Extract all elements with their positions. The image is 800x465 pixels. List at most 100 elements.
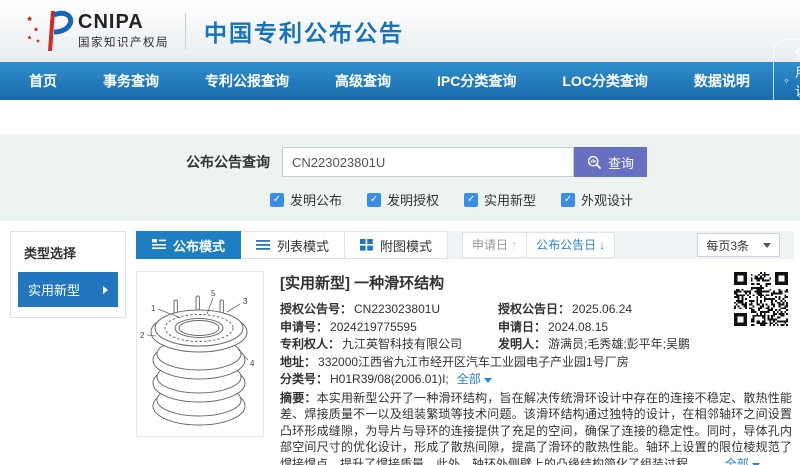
svg-text:4: 4 — [250, 359, 255, 368]
tab-list-mode[interactable]: 列表模式 — [241, 231, 346, 259]
nav-item-ipc-query[interactable]: IPC分类查询 — [414, 62, 539, 100]
abstract-expand-link[interactable]: 全部 — [725, 457, 760, 465]
tab-figure-mode[interactable]: 附图模式 — [345, 231, 449, 259]
header-divider — [185, 12, 186, 49]
checkbox-checked-icon[interactable] — [270, 192, 284, 207]
tab-label: 列表模式 — [277, 238, 330, 254]
field-value: H01R39/08(2006.01)I; — [330, 372, 449, 386]
checkbox-checked-icon[interactable] — [464, 192, 479, 207]
field-inventors: 发明人： 游满员;毛秀雄;彭平年;吴鹏 — [498, 336, 690, 354]
sort-controls: 申请日 公布公告日 — [462, 232, 616, 258]
filter-utility-model[interactable]: 实用新型 — [464, 190, 536, 209]
abstract-text: 本实用新型公开了一种滑环结构，旨在解决传统滑环设计中存在的连接不稳定、散热性能差… — [280, 390, 792, 465]
svg-text:3: 3 — [243, 297, 248, 306]
logo-acronym: CNIPA — [78, 10, 144, 33]
sort-label: 公布公告日 — [536, 238, 597, 252]
field-label: 专利权人： — [280, 337, 341, 351]
expand-link-label: 全部 — [456, 372, 481, 386]
field-label: 分类号： — [280, 372, 329, 386]
main-nav: 首页 事务查询 专利公报查询 高级查询 IPC分类查询 LOC分类查询 数据说明… — [0, 39, 800, 123]
filter-label: 实用新型 — [484, 193, 537, 208]
expand-link-label: 全部 — [724, 456, 749, 465]
filter-design[interactable]: 外观设计 — [561, 190, 633, 209]
qr-code-image — [734, 272, 788, 326]
page-size-value: 每页3条 — [706, 238, 749, 253]
filter-label: 发明授权 — [387, 193, 440, 208]
field-label: 申请号： — [280, 319, 329, 334]
sort-by-publication-date-button[interactable]: 公布公告日 — [527, 232, 616, 258]
slip-ring-drawing: 1 2 3 5 4 — [140, 289, 255, 426]
tab-label: 附图模式 — [380, 238, 433, 254]
patent-title[interactable]: [实用新型] 一种滑环结构 — [280, 272, 792, 293]
field-value: 九江英智科技有限公司 — [342, 337, 463, 351]
field-patentee: 专利权人： 九江英智科技有限公司 — [280, 336, 498, 354]
svg-text:5: 5 — [211, 289, 216, 298]
nav-item-advanced-query[interactable]: 高级查询 — [312, 62, 414, 100]
usage-help-label: 使用说明 — [795, 43, 800, 119]
patent-result-item: 1 2 3 5 4 [实用新型] 一种滑环结构 授权公告号： CN2230238… — [136, 271, 794, 465]
search-section: 公布公告查询 查询 发明公布 发明授权 实用新型 外观 — [0, 134, 800, 221]
triangle-down-icon — [483, 378, 492, 383]
site-header: CNIPA 国家知识产权局 中国专利公布公告 — [0, 0, 800, 62]
search-button-label: 查询 — [608, 155, 635, 171]
nav-item-home[interactable]: 首页 — [6, 62, 80, 100]
magnifier-icon — [587, 155, 602, 169]
field-label: 发明人： — [498, 337, 547, 351]
field-label: 地址： — [280, 354, 317, 369]
checkbox-checked-icon[interactable] — [561, 192, 576, 207]
field-application-date: 申请日： 2024.08.15 — [498, 319, 608, 337]
lightbulb-icon — [784, 78, 789, 84]
tab-label: 公布模式 — [173, 238, 226, 254]
publication-number-input[interactable] — [282, 147, 574, 177]
abstract-block: 摘要：本实用新型公开了一种滑环结构，旨在解决传统滑环设计中存在的连接不稳定、散热… — [280, 390, 792, 465]
nav-item-loc-query[interactable]: LOC分类查询 — [539, 62, 671, 100]
chevron-right-icon — [103, 285, 108, 294]
classification-expand-link[interactable]: 全部 — [457, 371, 492, 389]
svg-text:1: 1 — [151, 304, 156, 313]
field-grant-number: 授权公告号： CN223023801U — [280, 301, 498, 319]
field-value: 2024.08.15 — [548, 319, 609, 334]
filter-label: 外观设计 — [581, 193, 634, 208]
filter-invention-publication[interactable]: 发明公布 — [270, 190, 342, 209]
type-sidebar: 类型选择 实用新型 — [10, 231, 126, 318]
field-label: 授权公告日： — [498, 302, 571, 316]
tab-publication-mode[interactable]: 公布模式 — [136, 231, 242, 259]
grid-mode-icon — [360, 239, 373, 251]
nav-item-gazette-query[interactable]: 专利公报查询 — [182, 62, 312, 100]
field-value: 2025.06.24 — [572, 302, 633, 316]
field-grant-date: 授权公告日： 2025.06.24 — [498, 301, 632, 319]
page-size-select[interactable]: 每页3条 — [697, 233, 780, 257]
filter-invention-grant[interactable]: 发明授权 — [367, 190, 439, 209]
sidebar-title: 类型选择 — [24, 246, 77, 261]
list-mode-icon — [256, 240, 271, 250]
sort-by-filing-date-button[interactable]: 申请日 — [462, 232, 528, 258]
field-application-number: 申请号： 2024219775595 — [280, 319, 498, 337]
page-title: 中国专利公布公告 — [204, 19, 404, 46]
field-label: 申请日： — [498, 319, 547, 334]
search-button[interactable]: 查询 — [574, 147, 648, 177]
cnipa-logo-icon — [26, 10, 74, 51]
field-classification: 分类号： H01R39/08(2006.01)I; 全部 — [280, 371, 792, 389]
logo-org-name: 国家知识产权局 — [78, 36, 169, 49]
usage-help-button[interactable]: 使用说明 — [772, 39, 800, 123]
sort-label: 申请日 — [472, 238, 509, 252]
svg-text:2: 2 — [140, 331, 145, 340]
field-value: CN223023801U — [354, 302, 441, 316]
publication-mode-icon — [152, 239, 166, 249]
field-address: 地址： 332000江西省九江市经开区汽车工业园电子产业园1号厂房 — [280, 354, 792, 372]
field-value: 332000江西省九江市经开区汽车工业园电子产业园1号厂房 — [318, 354, 629, 369]
nav-item-data-notes[interactable]: 数据说明 — [671, 62, 773, 100]
sidebar-item-utility-model[interactable]: 实用新型 — [18, 272, 118, 307]
patent-type-filters: 发明公布 发明授权 实用新型 外观设计 — [270, 190, 800, 209]
field-label: 授权公告号： — [280, 302, 353, 316]
field-value: 游满员;毛秀雄;彭平年;吴鹏 — [548, 337, 691, 351]
patent-drawing-thumbnail[interactable]: 1 2 3 5 4 — [136, 271, 264, 437]
cnipa-logo: CNIPA 国家知识产权局 — [24, 9, 169, 53]
field-value: 2024219775595 — [330, 319, 417, 334]
chevron-down-icon — [763, 242, 771, 248]
sidebar-item-label: 实用新型 — [28, 283, 81, 298]
search-label: 公布公告查询 — [186, 154, 270, 170]
nav-item-transaction-query[interactable]: 事务查询 — [80, 62, 182, 100]
checkbox-checked-icon[interactable] — [367, 192, 382, 207]
results-toolbar: 公布模式 列表模式 附图模式 申请日 ↑ 公布公告日 ↓ 每页3条 — [136, 231, 794, 259]
